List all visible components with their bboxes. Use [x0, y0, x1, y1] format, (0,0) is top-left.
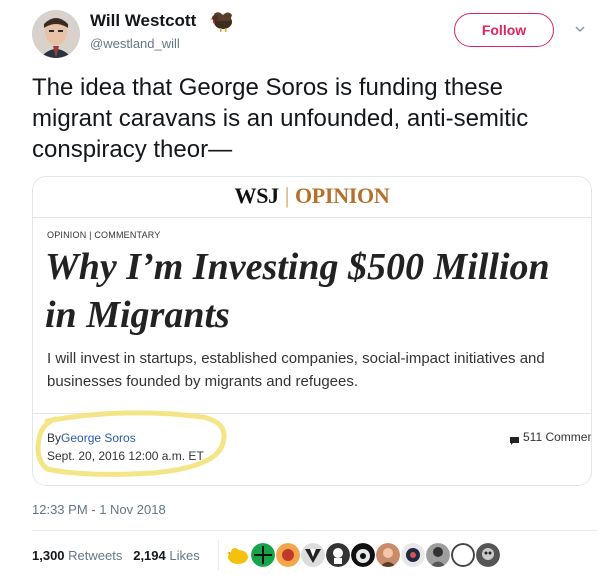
masthead-section: OPINION [294, 183, 390, 208]
display-name[interactable]: Will Westcott [90, 11, 196, 31]
liker-avatar[interactable] [426, 543, 450, 567]
tweet-stats: 1,300 Retweets 2,194 Likes [32, 548, 200, 563]
liker-avatar[interactable] [251, 543, 275, 567]
liker-avatar[interactable] [476, 543, 500, 567]
liker-avatar[interactable] [401, 543, 425, 567]
divider [218, 540, 219, 570]
liker-avatar[interactable] [451, 543, 475, 567]
liker-avatar[interactable] [326, 543, 350, 567]
tweet: Will Westcott @westland_will Follow The … [0, 0, 613, 575]
embedded-article-image[interactable]: WSJ | OPINION OPINION | COMMENTARY Why I’m… [32, 176, 592, 486]
likes-count[interactable]: 2,194 [133, 548, 166, 563]
likes-label[interactable]: Likes [169, 548, 199, 563]
liker-avatar[interactable] [351, 543, 375, 567]
liker-avatar[interactable] [276, 543, 300, 567]
tweet-timestamp[interactable]: 12:33 PM - 1 Nov 2018 [32, 502, 166, 517]
follow-button[interactable]: Follow [454, 13, 554, 47]
liker-avatar[interactable] [226, 543, 250, 567]
speech-bubble-icon [509, 433, 520, 445]
wsj-logo: WSJ [234, 183, 280, 208]
wsj-masthead: WSJ | OPINION [33, 183, 591, 209]
turkey-icon [208, 7, 234, 33]
section-label: OPINION | COMMENTARY [47, 230, 161, 240]
divider [33, 217, 591, 218]
article-date: Sept. 20, 2016 12:00 a.m. ET [47, 449, 204, 463]
divider [32, 530, 597, 531]
liker-avatar[interactable] [376, 543, 400, 567]
avatar[interactable] [32, 10, 80, 58]
retweets-label[interactable]: Retweets [68, 548, 122, 563]
chevron-down-icon[interactable] [574, 22, 586, 34]
masthead-divider: | [284, 183, 289, 208]
liker-avatar[interactable] [301, 543, 325, 567]
liker-avatars [226, 543, 501, 569]
retweets-count[interactable]: 1,300 [32, 548, 65, 563]
article-byline: ByGeorge Soros [47, 431, 136, 445]
user-handle[interactable]: @westland_will [90, 36, 180, 51]
comments-count: 511 Comment [523, 430, 592, 444]
byline-author: George Soros [61, 431, 136, 445]
article-dek: I will invest in startups, established c… [47, 350, 545, 390]
byline-prefix: By [47, 431, 62, 445]
article-headline: Why I’m Investing $500 Million in Migran… [45, 246, 550, 336]
tweet-text: The idea that George Soros is funding th… [32, 74, 529, 163]
